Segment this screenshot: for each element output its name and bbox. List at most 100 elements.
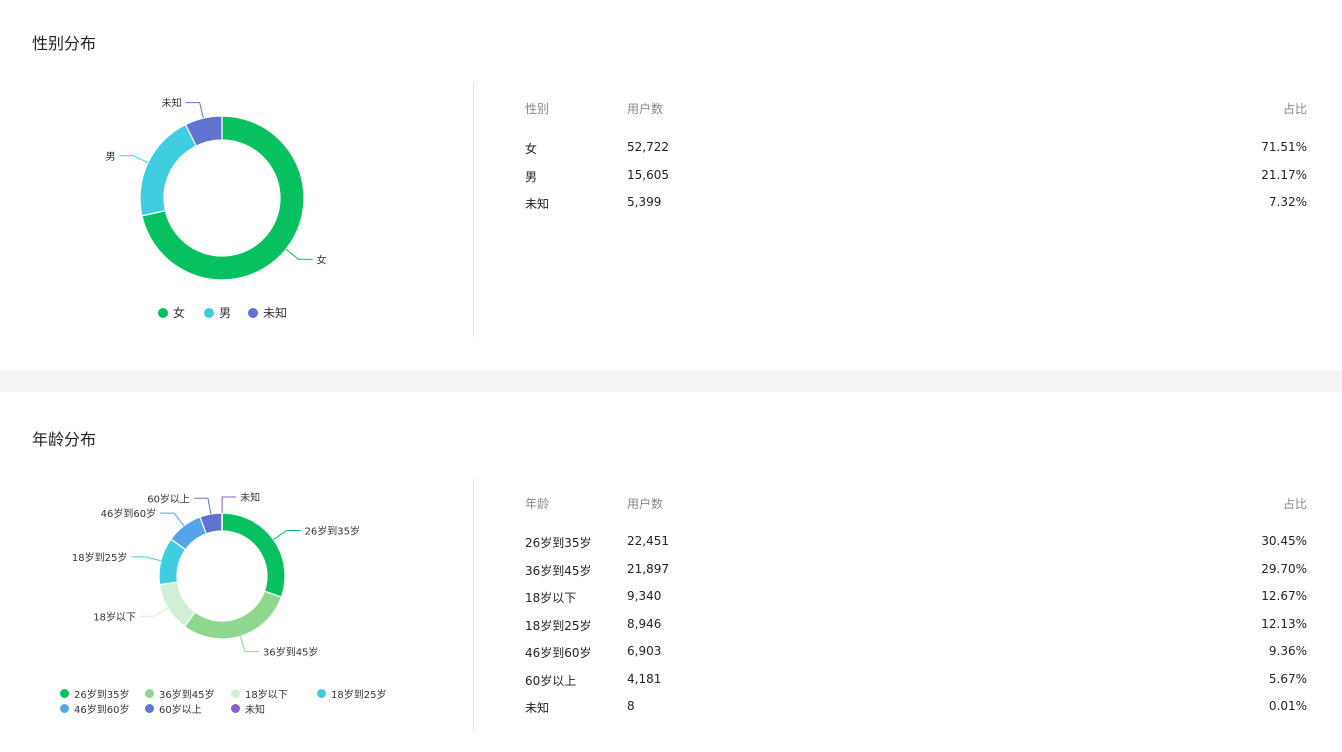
table-cell: 7.32% — [1268, 195, 1307, 209]
legend-dot-icon — [317, 689, 326, 698]
legend-label: 未知 — [263, 306, 288, 320]
legend-item[interactable]: 未知 — [231, 701, 265, 716]
legend-label: 46岁到60岁 — [74, 705, 130, 716]
donut-slice-0[interactable] — [221, 512, 286, 598]
section-separator — [0, 370, 1342, 392]
slice-label: 未知 — [162, 97, 182, 110]
table-cell: 30.45% — [1261, 534, 1307, 548]
legend-dot-icon — [60, 704, 69, 713]
table-cell: 21,897 — [627, 561, 669, 576]
column-header: 占比 — [1282, 102, 1307, 116]
legend-item[interactable]: 36岁到45岁 — [145, 686, 214, 701]
table-row: 26岁到35岁 22,451 30.45% — [525, 534, 1307, 552]
slice-label: 男 — [106, 151, 116, 163]
label-leader-line — [119, 155, 149, 164]
legend-dot-icon — [145, 689, 154, 698]
table-cell: 6,903 — [627, 644, 662, 658]
legend-item[interactable]: 18岁到25岁 — [317, 686, 386, 701]
table-cell: 5,399 — [627, 195, 662, 209]
table-row: 男 15,605 21.17% — [525, 168, 1307, 186]
table-cell: 15,605 — [627, 167, 669, 182]
legend-item[interactable]: 女 — [158, 304, 185, 321]
slice-label: 女 — [316, 253, 326, 266]
legend-item[interactable]: 18岁以下 — [231, 686, 288, 701]
legend-dot-icon — [231, 704, 240, 713]
label-leader-line — [185, 102, 204, 119]
legend-label: 18岁到25岁 — [331, 690, 387, 701]
table-cell: 8 — [627, 699, 635, 713]
table-cell: 男 — [525, 169, 538, 184]
table-cell: 18岁以下 — [525, 591, 577, 605]
table-cell: 36岁到45岁 — [525, 563, 592, 578]
legend-label: 18岁以下 — [245, 690, 288, 701]
table-cell: 4,181 — [627, 671, 662, 686]
table-cell: 52,722 — [627, 140, 669, 154]
label-leader-line — [131, 556, 161, 562]
table-cell: 未知 — [525, 197, 550, 211]
table-cell: 29.70% — [1261, 561, 1307, 576]
legend-dot-icon — [204, 307, 214, 318]
gender-section: 性别分布 女男未知 女男未知 性别 用户数 占比女 52,722 71.51% 男 15,6… — [0, 0, 1342, 370]
label-leader-line — [221, 496, 237, 514]
legend-label: 36岁到45岁 — [159, 690, 215, 701]
legend-label: 男 — [219, 306, 232, 320]
label-leader-line — [273, 529, 301, 541]
donut-slice-1[interactable] — [139, 123, 198, 217]
table-row: 女 52,722 71.51% — [525, 140, 1307, 158]
legend-dot-icon — [145, 704, 154, 713]
legend-item[interactable]: 46岁到60岁 — [60, 701, 129, 716]
table-cell: 22,451 — [627, 534, 669, 548]
slice-label: 18岁以下 — [93, 610, 136, 623]
gender-donut-chart: 女 男 未知 — [106, 97, 326, 281]
slice-label: 46岁到60岁 — [101, 507, 156, 520]
table-cell: 18岁到25岁 — [525, 618, 592, 633]
table-row: 未知 5,399 7.32% — [525, 195, 1307, 213]
table-cell: 5.67% — [1268, 671, 1307, 686]
legend-label: 60岁以上 — [159, 705, 202, 716]
slice-label: 未知 — [240, 491, 260, 504]
legend-label: 26岁到35岁 — [74, 690, 130, 701]
slice-label: 26岁到35岁 — [305, 524, 360, 537]
legend-item[interactable]: 未知 — [248, 304, 287, 321]
donut-slice-2[interactable] — [158, 581, 197, 628]
table-cell: 未知 — [525, 701, 550, 715]
divider — [473, 478, 474, 732]
table-header: 年龄 用户数 占比 — [525, 495, 1307, 513]
table-row: 未知 8 0.01% — [525, 699, 1307, 717]
column-header: 年龄 — [525, 497, 550, 511]
table-row: 18岁以下 9,340 12.67% — [525, 589, 1307, 607]
table-cell: 46岁到60岁 — [525, 646, 592, 660]
table-row: 60岁以上 4,181 5.67% — [525, 672, 1307, 690]
legend-dot-icon — [60, 689, 69, 698]
table-cell: 21.17% — [1261, 167, 1307, 182]
slice-label: 18岁到25岁 — [72, 551, 127, 564]
table-cell: 0.01% — [1268, 699, 1307, 713]
legend-dot-icon — [158, 307, 168, 318]
legend-label: 女 — [173, 306, 186, 320]
column-header: 用户数 — [627, 102, 664, 116]
column-header: 性别 — [525, 102, 550, 116]
legend-dot-icon — [248, 307, 258, 318]
label-leader-line — [160, 512, 185, 527]
legend-dot-icon — [231, 689, 240, 698]
legend-item[interactable]: 60岁以上 — [145, 701, 202, 716]
label-leader-line — [140, 607, 169, 617]
label-leader-line — [193, 497, 212, 515]
table-cell: 12.13% — [1261, 616, 1307, 631]
table-cell: 8,946 — [627, 616, 662, 631]
table-cell: 女 — [525, 142, 538, 156]
table-cell: 12.67% — [1261, 589, 1307, 603]
table-cell: 9.36% — [1268, 644, 1307, 658]
table-row: 36岁到45岁 21,897 29.70% — [525, 562, 1307, 580]
table-cell: 71.51% — [1261, 140, 1307, 154]
legend-item[interactable]: 男 — [204, 304, 231, 321]
column-header: 用户数 — [627, 497, 664, 511]
legend-item[interactable]: 26岁到35岁 — [60, 686, 129, 701]
table-row: 18岁到25岁 8,946 12.13% — [525, 617, 1307, 635]
column-header: 占比 — [1282, 497, 1307, 511]
donut-slice-1[interactable] — [183, 590, 283, 640]
divider — [473, 82, 474, 337]
table-header: 性别 用户数 占比 — [525, 100, 1307, 118]
slice-label: 60岁以上 — [147, 492, 190, 505]
label-leader-line — [239, 636, 259, 653]
